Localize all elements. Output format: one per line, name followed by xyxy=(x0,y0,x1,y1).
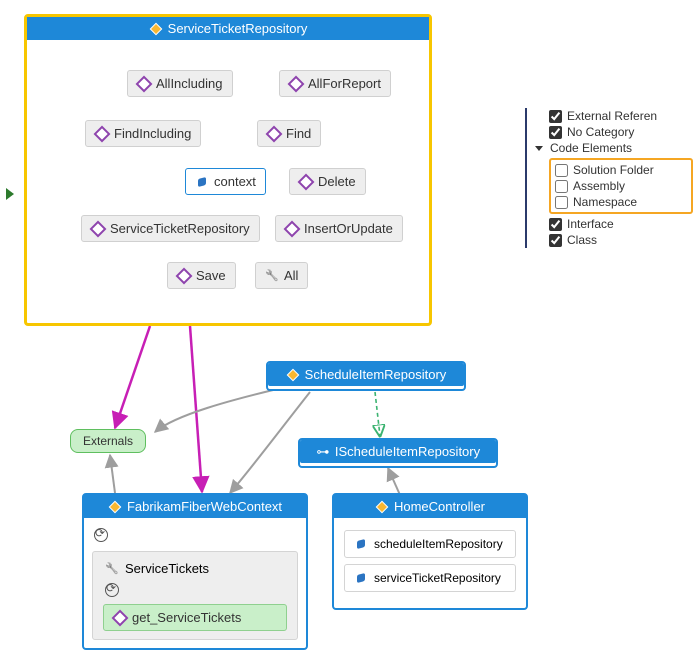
node-externals[interactable]: Externals xyxy=(70,429,146,453)
node-label: Externals xyxy=(83,434,133,448)
container-ischedule-item-repository[interactable]: IScheduleItemRepository xyxy=(298,438,498,468)
node-label: InsertOrUpdate xyxy=(304,221,393,236)
filter-highlight-group: Solution Folder Assembly Namespace xyxy=(549,158,693,214)
checkbox-solution-folder[interactable] xyxy=(555,164,568,177)
container-header[interactable]: ScheduleItemRepository xyxy=(268,363,464,386)
checkbox-class[interactable] xyxy=(549,234,562,247)
class-icon xyxy=(108,500,122,514)
node-label: FindIncluding xyxy=(114,126,191,141)
node-label: ServiceTicketRepository xyxy=(110,221,250,236)
filter-label: Solution Folder xyxy=(573,163,654,177)
container-body: ServiceTickets get_ServiceTickets xyxy=(84,518,306,648)
member-schedule-item-repository[interactable]: scheduleItemRepository xyxy=(344,530,516,558)
method-icon xyxy=(285,222,299,236)
method-icon xyxy=(113,611,127,625)
class-icon xyxy=(286,368,300,382)
node-label: context xyxy=(214,174,256,189)
container-title: FabrikamFiberWebContext xyxy=(127,499,282,514)
checkbox-external-references[interactable] xyxy=(549,110,562,123)
checkbox-assembly[interactable] xyxy=(555,180,568,193)
node-insert-or-update[interactable]: InsertOrUpdate xyxy=(275,215,403,242)
member-label: serviceTicketRepository xyxy=(374,571,501,585)
node-label: All xyxy=(284,268,298,283)
filter-label: Class xyxy=(567,233,597,247)
node-service-ticket-repository[interactable]: ServiceTicketRepository xyxy=(81,215,260,242)
filter-label: Namespace xyxy=(573,195,637,209)
filter-row-solution-folder[interactable]: Solution Folder xyxy=(555,162,687,178)
node-all-including[interactable]: AllIncluding xyxy=(127,70,233,97)
interface-icon xyxy=(316,445,330,459)
method-icon xyxy=(267,127,281,141)
recycle-icon xyxy=(94,528,108,542)
method-icon xyxy=(177,269,191,283)
checkbox-namespace[interactable] xyxy=(555,196,568,209)
node-find[interactable]: Find xyxy=(257,120,321,147)
container-service-ticket-repository[interactable]: ServiceTicketRepository AllIncluding All… xyxy=(24,14,432,326)
subbox-header: ServiceTickets xyxy=(99,558,291,579)
node-label: AllForReport xyxy=(308,76,381,91)
filter-row-assembly[interactable]: Assembly xyxy=(555,178,687,194)
subbox-body: get_ServiceTickets xyxy=(99,579,291,633)
node-label: Find xyxy=(286,126,311,141)
member-service-ticket-repository[interactable]: serviceTicketRepository xyxy=(344,564,516,592)
class-icon xyxy=(375,500,389,514)
subbox-service-tickets[interactable]: ServiceTickets get_ServiceTickets xyxy=(92,551,298,640)
node-label: Delete xyxy=(318,174,356,189)
caret-down-icon xyxy=(535,146,543,151)
node-label: get_ServiceTickets xyxy=(132,610,241,625)
node-find-including[interactable]: FindIncluding xyxy=(85,120,201,147)
container-header[interactable]: IScheduleItemRepository xyxy=(300,440,496,463)
filter-label: Assembly xyxy=(573,179,625,193)
container-header[interactable]: HomeController xyxy=(334,495,526,518)
filter-row-namespace[interactable]: Namespace xyxy=(555,194,687,210)
filter-label: Interface xyxy=(567,217,614,231)
wrench-icon xyxy=(105,562,119,576)
container-fabrikam-fiber-web-context[interactable]: FabrikamFiberWebContext ServiceTickets g… xyxy=(82,493,308,650)
wrench-icon xyxy=(265,269,279,283)
recycle-icon xyxy=(105,583,119,597)
expand-chevron-icon[interactable] xyxy=(6,188,14,200)
field-icon xyxy=(354,537,368,551)
checkbox-no-category[interactable] xyxy=(549,126,562,139)
filter-group-code-elements[interactable]: Code Elements xyxy=(535,140,693,156)
filter-label: No Category xyxy=(567,125,634,139)
filter-label: External Referen xyxy=(567,109,657,123)
member-label: scheduleItemRepository xyxy=(374,537,503,551)
filter-row-interface[interactable]: Interface xyxy=(549,216,693,232)
method-icon xyxy=(299,175,313,189)
container-title: ServiceTicketRepository xyxy=(168,21,308,36)
filter-row-class[interactable]: Class xyxy=(549,232,693,248)
method-icon xyxy=(137,77,151,91)
node-all-for-report[interactable]: AllForReport xyxy=(279,70,391,97)
node-delete[interactable]: Delete xyxy=(289,168,366,195)
filter-group-label: Code Elements xyxy=(550,141,632,155)
node-save[interactable]: Save xyxy=(167,262,236,289)
container-title: ScheduleItemRepository xyxy=(305,367,447,382)
method-icon xyxy=(95,127,109,141)
container-body: AllIncluding AllForReport FindIncluding … xyxy=(27,40,429,320)
container-title: HomeController xyxy=(394,499,485,514)
method-icon xyxy=(289,77,303,91)
field-icon xyxy=(354,571,368,585)
node-get-service-tickets[interactable]: get_ServiceTickets xyxy=(103,604,287,631)
field-icon xyxy=(195,175,209,189)
filter-row-no-category[interactable]: No Category xyxy=(549,124,693,140)
node-context[interactable]: context xyxy=(185,168,266,195)
container-home-controller[interactable]: HomeController scheduleItemRepository se… xyxy=(332,493,528,610)
container-header[interactable]: FabrikamFiberWebContext xyxy=(84,495,306,518)
filter-panel: External Referen No Category Code Elemen… xyxy=(525,108,693,248)
subbox-title: ServiceTickets xyxy=(125,561,209,576)
filter-row-external-references[interactable]: External Referen xyxy=(549,108,693,124)
node-label: Save xyxy=(196,268,226,283)
method-icon xyxy=(91,222,105,236)
checkbox-interface[interactable] xyxy=(549,218,562,231)
node-all[interactable]: All xyxy=(255,262,308,289)
node-label: AllIncluding xyxy=(156,76,223,91)
container-body: scheduleItemRepository serviceTicketRepo… xyxy=(334,518,526,608)
container-title: IScheduleItemRepository xyxy=(335,444,480,459)
class-icon xyxy=(149,22,163,36)
container-header[interactable]: ServiceTicketRepository xyxy=(27,17,429,40)
container-schedule-item-repository[interactable]: ScheduleItemRepository xyxy=(266,361,466,391)
